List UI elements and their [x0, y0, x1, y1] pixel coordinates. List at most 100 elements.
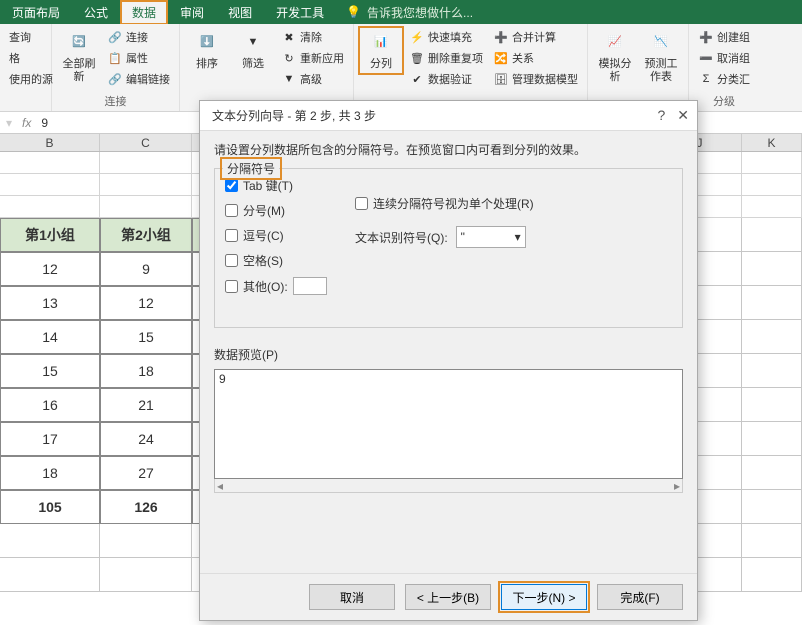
cell[interactable]: 12: [100, 286, 192, 320]
forecast-icon: 📉: [648, 30, 674, 56]
reapply-icon: ↻: [281, 50, 297, 66]
cell[interactable]: 17: [0, 422, 100, 456]
group-outline-label: 分级: [695, 91, 753, 109]
btn-sort[interactable]: ⬇️ 排序: [186, 28, 228, 73]
sort-icon: ⬇️: [194, 30, 220, 56]
cell[interactable]: 18: [0, 456, 100, 490]
flashfill-icon: ⚡: [409, 29, 425, 45]
datavalid-icon: ✔: [409, 71, 425, 87]
delimiters-legend: 分隔符号: [223, 160, 279, 177]
advanced-icon: ▼: [281, 71, 297, 87]
btn-group-create[interactable]: ➕创建组: [695, 28, 753, 46]
props-icon: 📋: [107, 50, 123, 66]
cell[interactable]: [0, 524, 100, 558]
cell[interactable]: [100, 558, 192, 592]
texttocol-icon: 📊: [368, 30, 394, 56]
chevron-down-icon: ▾: [515, 230, 521, 244]
btn-advanced[interactable]: ▼高级: [278, 70, 347, 88]
cell[interactable]: 15: [100, 320, 192, 354]
btn-refresh-all[interactable]: 🔄 全部刷新: [58, 28, 100, 86]
cell[interactable]: 21: [100, 388, 192, 422]
col-header-K[interactable]: K: [742, 134, 802, 151]
cell[interactable]: 13: [0, 286, 100, 320]
dialog-title: 文本分列向导 - 第 2 步, 共 3 步: [212, 107, 376, 124]
tab-dev[interactable]: 开发工具: [264, 0, 336, 25]
ungroup-icon: ➖: [698, 50, 714, 66]
text-to-columns-dialog: 文本分列向导 - 第 2 步, 共 3 步 ? ✕ 请设置分列数据所包含的分隔符…: [199, 100, 698, 621]
cell[interactable]: 24: [100, 422, 192, 456]
dialog-close[interactable]: ✕: [677, 107, 689, 124]
btn-recent[interactable]: 使用的源: [6, 70, 45, 88]
btn-whatif[interactable]: 📈 模拟分析: [594, 28, 636, 86]
tell-me-text: 告诉我您想做什么...: [367, 4, 473, 21]
cell[interactable]: 16: [0, 388, 100, 422]
group-connections-label: 连接: [58, 91, 173, 109]
tell-me[interactable]: 💡 告诉我您想做什么...: [336, 4, 483, 21]
btn-flash-fill[interactable]: ⚡快速填充: [406, 28, 486, 46]
cell[interactable]: 第2小组: [100, 218, 192, 252]
ribbon: 查询 格 使用的源 🔄 全部刷新 🔗连接 📋属性 🔗编辑链接 连接 ⬇️ 排序: [0, 24, 802, 112]
tab-pagelayout[interactable]: 页面布局: [0, 0, 72, 25]
cell[interactable]: 105: [0, 490, 100, 524]
btn-data-valid[interactable]: ✔数据验证: [406, 70, 486, 88]
preview-label: 数据预览(P): [214, 346, 683, 363]
preview-scrollbar[interactable]: ◂ ▸: [214, 479, 683, 493]
chk-other[interactable]: 其他(O):: [225, 277, 345, 295]
tab-review[interactable]: 审阅: [168, 0, 216, 25]
tab-data[interactable]: 数据: [120, 0, 168, 25]
cell[interactable]: 14: [0, 320, 100, 354]
cell[interactable]: [100, 524, 192, 558]
btn-ungroup[interactable]: ➖取消组: [695, 49, 753, 67]
btn-next[interactable]: 下一步(N) >: [501, 584, 587, 610]
tab-formula[interactable]: 公式: [72, 0, 120, 25]
other-input[interactable]: [293, 277, 327, 295]
clear-icon: ✖: [281, 29, 297, 45]
col-header-C[interactable]: C: [100, 134, 192, 151]
model-icon: 🗄: [493, 71, 509, 87]
group-icon: ➕: [698, 29, 714, 45]
chk-semicolon[interactable]: 分号(M): [225, 202, 345, 219]
btn-subtotal[interactable]: Σ分类汇: [695, 70, 753, 88]
formula-value[interactable]: 9: [41, 116, 48, 130]
btn-clear[interactable]: ✖清除: [278, 28, 347, 46]
editlink-icon: 🔗: [107, 71, 123, 87]
btn-forecast[interactable]: 📉 预测工作表: [640, 28, 682, 86]
btn-back[interactable]: < 上一步(B): [405, 584, 491, 610]
relations-icon: 🔀: [493, 50, 509, 66]
cell[interactable]: 9: [100, 252, 192, 286]
text-qualifier-select[interactable]: " ▾: [456, 226, 526, 248]
chk-tab[interactable]: Tab 键(T): [225, 177, 345, 194]
dialog-help[interactable]: ?: [657, 107, 665, 124]
tab-view[interactable]: 视图: [216, 0, 264, 25]
removedup-icon: 🗑: [409, 50, 425, 66]
cell[interactable]: [0, 558, 100, 592]
cell[interactable]: 第1小组: [0, 218, 100, 252]
btn-query[interactable]: 查询: [6, 28, 45, 46]
text-qualifier-label: 文本识别符号(Q):: [355, 229, 448, 246]
btn-table[interactable]: 格: [6, 49, 45, 67]
cell[interactable]: 15: [0, 354, 100, 388]
chk-consecutive[interactable]: 连续分隔符号视为单个处理(R): [355, 195, 672, 212]
btn-reapply[interactable]: ↻重新应用: [278, 49, 347, 67]
cell[interactable]: 18: [100, 354, 192, 388]
btn-connections[interactable]: 🔗连接: [104, 28, 173, 46]
link-icon: 🔗: [107, 29, 123, 45]
chk-comma[interactable]: 逗号(C): [225, 227, 345, 244]
cell[interactable]: 12: [0, 252, 100, 286]
whatif-icon: 📈: [602, 30, 628, 56]
btn-finish[interactable]: 完成(F): [597, 584, 683, 610]
btn-manage-model[interactable]: 🗄管理数据模型: [490, 70, 581, 88]
cell[interactable]: 126: [100, 490, 192, 524]
btn-edit-links[interactable]: 🔗编辑链接: [104, 70, 173, 88]
btn-text-to-columns[interactable]: 📊 分列: [360, 28, 402, 73]
chk-space[interactable]: 空格(S): [225, 252, 345, 269]
btn-consolidate[interactable]: ➕合并计算: [490, 28, 581, 46]
btn-relations[interactable]: 🔀关系: [490, 49, 581, 67]
btn-filter[interactable]: ▼ 筛选: [232, 28, 274, 73]
btn-remove-dup[interactable]: 🗑删除重复项: [406, 49, 486, 67]
btn-properties[interactable]: 📋属性: [104, 49, 173, 67]
btn-cancel[interactable]: 取消: [309, 584, 395, 610]
lightbulb-icon: 💡: [346, 5, 361, 19]
cell[interactable]: 27: [100, 456, 192, 490]
col-header-B[interactable]: B: [0, 134, 100, 151]
